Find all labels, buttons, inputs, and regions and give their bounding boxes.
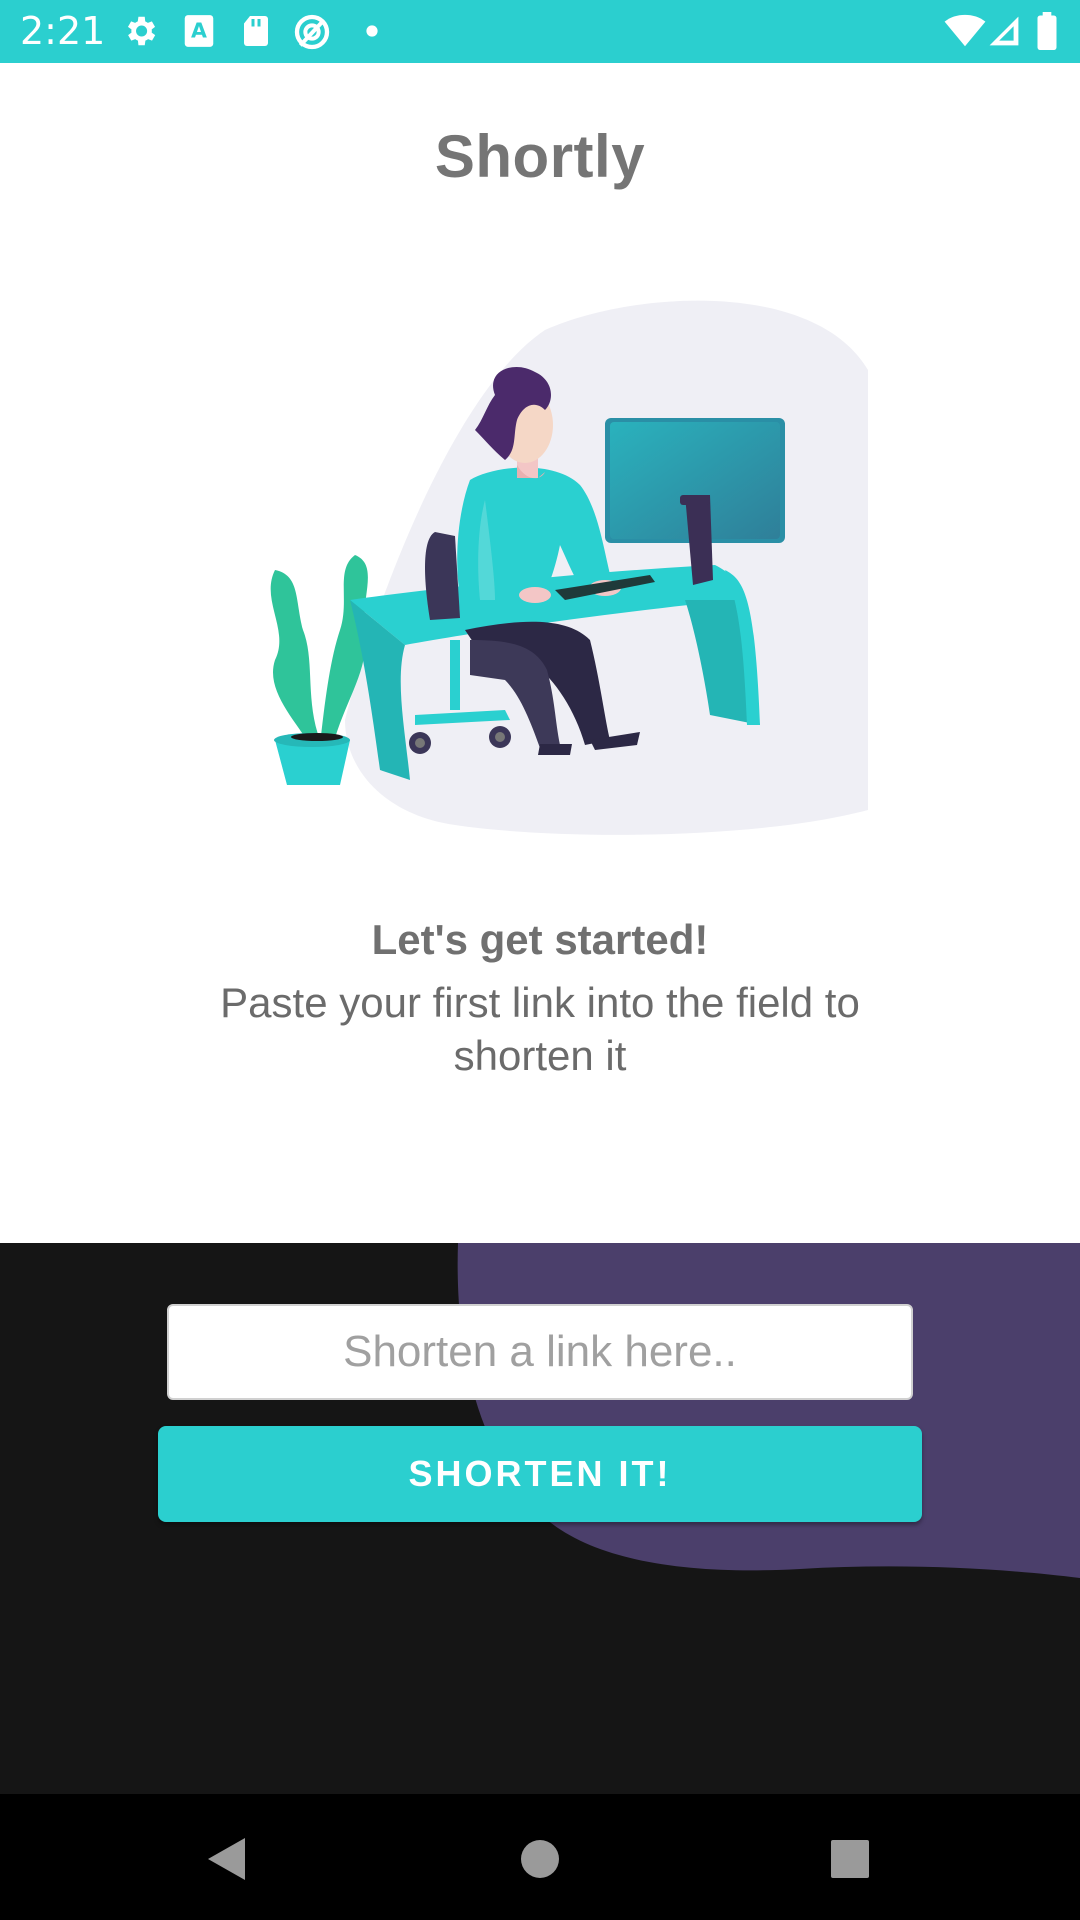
back-icon[interactable] [190,1824,260,1894]
wifi-icon [944,14,986,47]
status-bar: 2:21 A [0,0,1080,63]
app-screen: 2:21 A Shortly Let's get started! Paste … [0,0,1080,1920]
location-off-icon [294,14,330,50]
link-input[interactable] [167,1304,913,1400]
battery-icon [1037,12,1057,50]
empty-state-subtext: Paste your first link into the field to … [220,979,860,1079]
recents-icon[interactable] [815,1824,885,1894]
sd-card-icon [244,16,268,46]
system-nav-bar [0,1794,1080,1920]
empty-state-heading: Let's get started! [371,916,709,963]
dot-icon [366,25,378,37]
svg-text:A: A [191,18,207,42]
signal-icon [989,16,1019,46]
app-title: Shortly [434,123,646,190]
working-person-illustration [270,300,868,835]
home-icon[interactable] [505,1824,575,1894]
shorten-panel: SHORTEN IT! [0,1243,1080,1794]
status-time: 2:21 [20,9,106,53]
gear-icon [127,16,156,46]
shorten-button[interactable]: SHORTEN IT! [158,1426,922,1522]
font-a-icon: A [184,15,214,47]
